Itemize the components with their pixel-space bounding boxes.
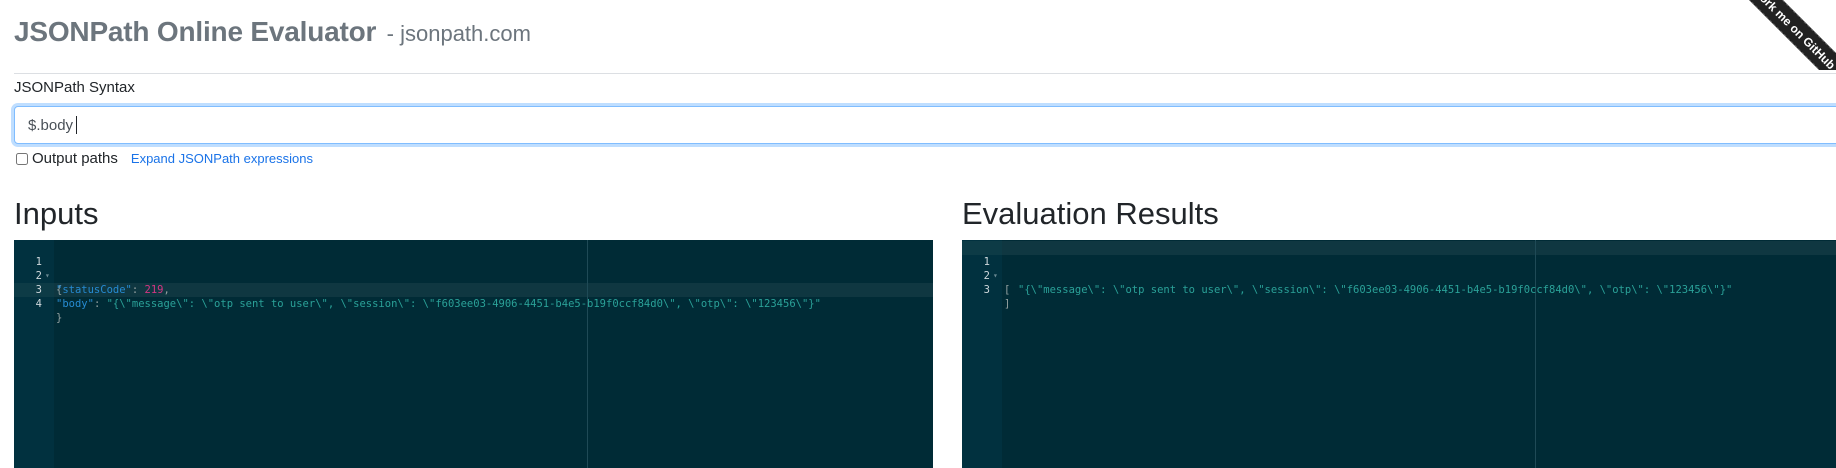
code-text: [ — [1004, 284, 1011, 296]
inputs-heading: Inputs — [14, 196, 99, 231]
json-key: "body" — [56, 298, 94, 310]
line-number: 3 — [983, 284, 990, 296]
results-heading: Evaluation Results — [962, 196, 1219, 231]
jsonpath-query-input[interactable] — [14, 106, 1836, 144]
json-string: "{\"message\": \"otp sent to user\", \"s… — [106, 298, 821, 310]
inputs-line: 1 ▾ { — [14, 241, 933, 296]
page-header: JSONPath Online Evaluator - jsonpath.com — [14, 16, 531, 48]
inputs-line: 3 "body": "{\"message\": \"otp sent to u… — [14, 269, 933, 310]
header-divider — [14, 73, 1836, 74]
page-subtitle: - jsonpath.com — [386, 21, 531, 46]
code-text: "{\"message\": \"otp sent to user\", \"s… — [1018, 283, 1732, 297]
page-title: JSONPath Online Evaluator — [14, 16, 377, 47]
expand-jsonpath-link[interactable]: Expand JSONPath expressions — [131, 151, 313, 166]
inputs-line: 2 "statusCode": 219, — [14, 255, 933, 296]
results-line: 2 "{\"message\": \"otp sent to user\", \… — [962, 255, 1836, 296]
results-editor[interactable]: 1 ▾ [ 2 "{\"message\": \"otp sent to use… — [962, 240, 1836, 468]
query-options: Output paths Expand JSONPath expressions — [14, 150, 313, 167]
code-text: } — [56, 312, 63, 324]
results-line: 1 ▾ [ — [962, 241, 1836, 296]
text-caret — [76, 116, 77, 134]
fork-ribbon[interactable]: Fork me on GitHub — [1746, 0, 1836, 70]
json-colon: : — [93, 298, 107, 310]
json-string: "{\"message\": \"otp sent to user\", \"s… — [1018, 284, 1733, 296]
jsonpath-syntax-label: JSONPath Syntax — [14, 79, 135, 96]
results-line: 3 ] — [962, 269, 1836, 310]
inputs-line: 4 } — [14, 283, 933, 324]
inputs-editor[interactable]: 1 ▾ { 2 "statusCode": 219, 3 "body": "{\… — [14, 240, 933, 468]
output-paths-checkbox[interactable] — [16, 152, 28, 165]
code-text: "body": "{\"message\": \"otp sent to use… — [56, 297, 821, 311]
line-number: 4 — [35, 298, 42, 310]
fork-ribbon-label[interactable]: Fork me on GitHub — [1746, 0, 1836, 70]
code-text: ] — [1004, 298, 1011, 310]
output-paths-label[interactable]: Output paths — [32, 150, 118, 167]
